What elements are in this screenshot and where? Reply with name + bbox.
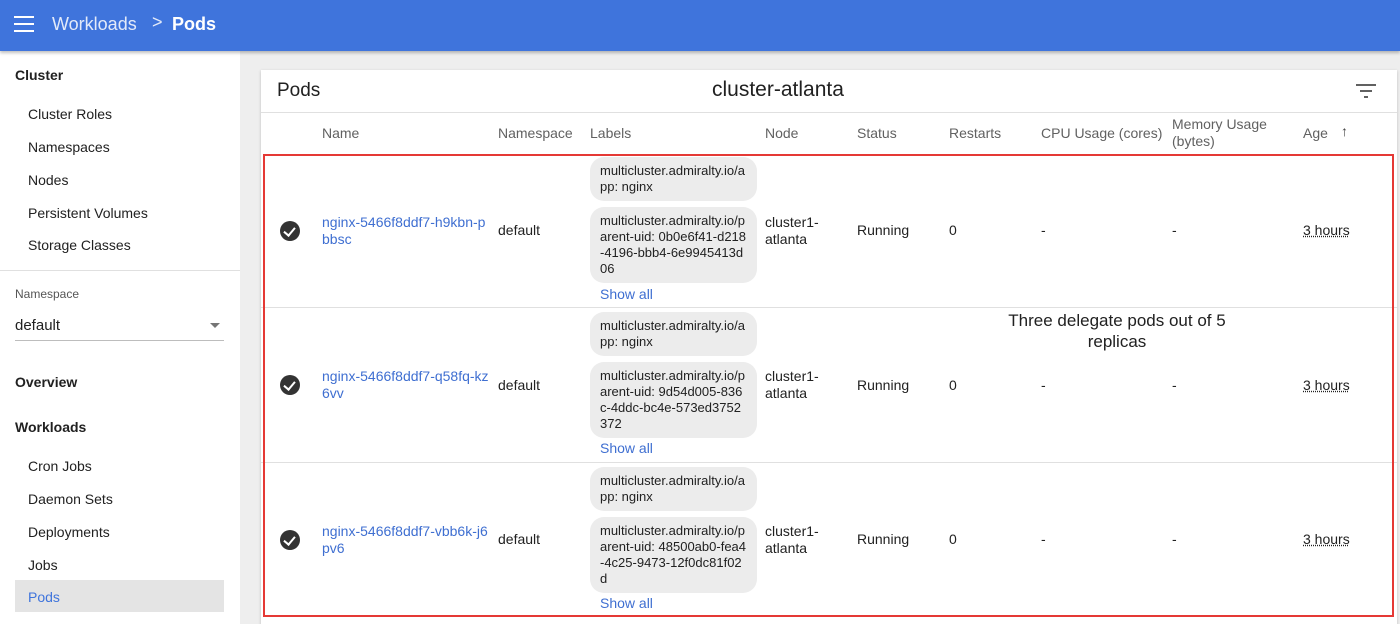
sidebar-item-daemon-sets[interactable]: Daemon Sets [28,491,113,507]
filter-icon[interactable] [1356,84,1376,98]
sidebar-item-deployments[interactable]: Deployments [28,524,110,540]
sidebar-item-overview[interactable]: Overview [15,374,77,390]
breadcrumb-separator: > [152,12,163,32]
sidebar-item-cluster-roles[interactable]: Cluster Roles [28,106,112,122]
namespace-label: Namespace [15,287,80,301]
sidebar-item-storage-classes[interactable]: Storage Classes [28,237,131,253]
sidebar-item-persistent-volumes[interactable]: Persistent Volumes [28,205,148,221]
sidebar-item-namespaces[interactable]: Namespaces [28,139,110,155]
breadcrumb-workloads[interactable]: Workloads [52,14,137,35]
column-header-cpu[interactable]: CPU Usage (cores) [1041,125,1162,141]
sidebar-item-nodes[interactable]: Nodes [28,172,68,188]
top-app-bar: Workloads > Pods [0,0,1400,51]
dropdown-arrow-icon [210,323,220,328]
menu-icon[interactable] [14,16,34,32]
column-header-labels: Labels [590,125,632,141]
sidebar-item-cron-jobs[interactable]: Cron Jobs [28,458,92,474]
namespace-value: default [15,317,61,334]
column-header-namespace[interactable]: Namespace [498,125,573,141]
column-header-age[interactable]: Age [1303,125,1328,141]
column-header-memory[interactable]: Memory Usage (bytes) [1172,116,1287,150]
sidebar-section-cluster[interactable]: Cluster [15,67,63,83]
sidebar-divider [0,270,240,271]
card-title: Pods [277,80,321,101]
cluster-name-label: cluster-atlanta [712,78,844,101]
highlight-box [263,154,1394,617]
card-header-divider [261,112,1397,113]
sidebar-item-jobs[interactable]: Jobs [28,557,58,573]
breadcrumb-current: Pods [172,14,217,34]
column-header-restarts[interactable]: Restarts [949,125,1001,141]
sidebar-item-pods[interactable]: Pods [28,589,60,605]
namespace-select[interactable]: default [15,313,224,341]
column-header-node[interactable]: Node [765,125,798,141]
column-header-name[interactable]: Name [322,125,359,141]
sidebar-section-workloads[interactable]: Workloads [15,419,86,435]
column-header-status[interactable]: Status [857,125,897,141]
annotation-text: Three delegate pods out of 5 replicas [1008,311,1226,351]
sort-ascending-icon[interactable]: ↑ [1341,123,1348,139]
